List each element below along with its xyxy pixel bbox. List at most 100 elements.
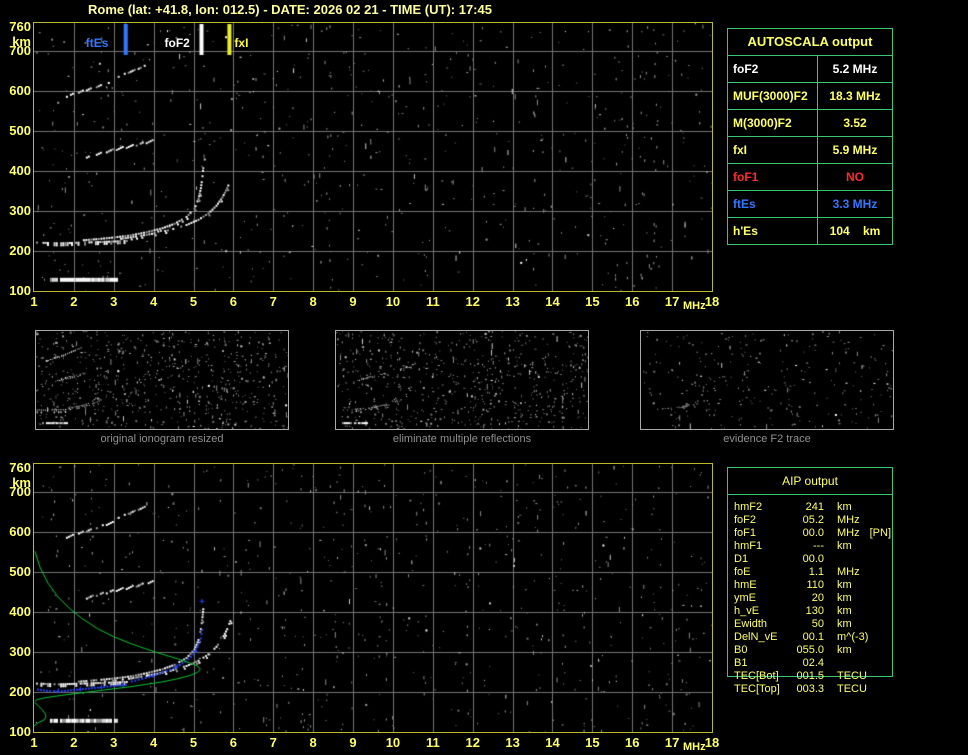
x-axis-tick-5: 5 (189, 735, 198, 750)
autoscala-row-MUF(3000)F2: MUF(3000)F2 18.3 MHz (728, 83, 892, 110)
aip-param-value: 00.0 (802, 527, 824, 539)
aip-param-flag: [PN] (869, 527, 892, 539)
aip-param-label: hmF1 (734, 540, 763, 552)
x-axis-tick-11: 11 (425, 735, 440, 750)
y-axis-tick-760: 760 (9, 460, 31, 475)
x-axis-tick-14: 14 (545, 294, 560, 309)
x-axis-tick-12: 12 (465, 294, 480, 309)
autoscala-table-rows: foF2 5.2 MHz MUF(3000)F2 18.3 MHz M(3000)F2 3… (728, 56, 892, 244)
aip-row-D1: D1 00.0 (734, 553, 964, 566)
y-axis-tick-500: 500 (9, 564, 31, 579)
x-axis-unit: MHz (683, 741, 706, 753)
y-axis-tick-200: 200 (9, 684, 31, 699)
thumbnail-f2-trace (640, 330, 894, 430)
aip-param-value: 05.2 (802, 514, 824, 526)
aip-row-foE: foE 1.1 MHz (734, 566, 964, 579)
autoscala-param-label: foF2 (728, 56, 818, 82)
main-ionogram-canvas (34, 23, 712, 291)
aip-row-hmF1: hmF1 --- km (734, 540, 964, 553)
x-axis-tick-10: 10 (385, 735, 401, 750)
thumbnail-caption-reflections: eliminate multiple reflections (392, 433, 532, 445)
aip-param-value: 055.0 (796, 644, 824, 656)
x-axis-unit: MHz (683, 300, 706, 312)
autoscala-row-ftEs: ftEs 3.3 MHz (728, 191, 892, 218)
autoscala-row-M(3000)F2: M(3000)F2 3.52 (728, 110, 892, 137)
y-axis-tick-200: 200 (9, 243, 31, 258)
aip-param-value: 02.4 (802, 657, 824, 669)
autoscala-param-value: 18.3 MHz (829, 89, 881, 103)
aip-param-value: 241 (805, 501, 824, 513)
thumbnail-caption-f2: evidence F2 trace (723, 433, 811, 445)
x-axis-tick-1: 1 (30, 735, 38, 750)
x-axis-tick-17: 17 (664, 735, 680, 750)
aip-row-DelN_vE: DelN_vE 00.1 m^(-3) (734, 631, 964, 644)
aip-param-unit: MHz (837, 514, 860, 526)
x-axis-tick-17: 17 (664, 294, 680, 309)
aip-param-label: ymE (734, 592, 756, 604)
x-axis-tick-6: 6 (229, 735, 238, 750)
aip-param-label: B1 (734, 657, 748, 669)
aip-row-h_vE: h_vE 130 km (734, 605, 964, 618)
autoscala-param-value: 3.52 (843, 116, 867, 130)
autoscala-row-h'Es: h'Es 104 km (728, 218, 892, 244)
x-axis-tick-13: 13 (505, 735, 520, 750)
aip-param-unit: m^(-3) (837, 631, 869, 643)
aip-param-label: TEC[Top] (734, 683, 780, 695)
x-axis-tick-16: 16 (625, 294, 640, 309)
autoscala-param-value: 3.3 MHz (832, 197, 878, 211)
foF2-marker-label: foF2 (164, 36, 190, 50)
thumbnail-caption-original: original ionogram resized (100, 433, 224, 445)
aip-param-value: --- (813, 540, 824, 552)
aip-param-label: foE (734, 566, 751, 578)
x-axis-tick-6: 6 (229, 294, 238, 309)
aip-param-value: 130 (805, 605, 824, 617)
x-axis-tick-8: 8 (309, 294, 317, 309)
x-axis-tick-11: 11 (425, 294, 440, 309)
autoscala-output-table: AUTOSCALA output foF2 5.2 MHz MUF(3000)F2 1… (727, 28, 893, 245)
autoscala-table-title: AUTOSCALA output (728, 29, 892, 56)
aip-param-label: hmF2 (734, 501, 763, 513)
y-axis-tick-300: 300 (9, 644, 31, 659)
autoscala-param-label: h'Es (728, 218, 818, 244)
x-axis-tick-2: 2 (70, 294, 78, 309)
aip-param-unit: km (837, 579, 852, 591)
aip-param-unit: km (837, 644, 852, 656)
aip-param-label: hmE (734, 579, 757, 591)
y-axis-tick-600: 600 (9, 524, 31, 539)
aip-row-hmF2: hmF2 241 km (734, 501, 964, 514)
aip-param-value: 003.3 (796, 683, 824, 695)
aip-row-B1: B1 02.4 (734, 657, 964, 670)
aip-param-label: foF1 (734, 527, 757, 539)
aip-row-foF1: foF1 00.0 MHz [PN] (734, 527, 964, 540)
x-axis-tick-16: 16 (625, 735, 640, 750)
thumbnail-original-canvas (36, 331, 288, 429)
aip-param-label: TEC[Bot] (734, 670, 779, 682)
aip-param-label: Ewidth (734, 618, 768, 630)
x-axis-tick-10: 10 (385, 294, 401, 309)
aip-output-table: AIP output hmF2 241 km foF2 05.2 MHz foF1 00.0 M… (727, 467, 893, 695)
x-axis-tick-4: 4 (150, 735, 158, 750)
aip-param-unit: MHz (837, 566, 860, 578)
y-axis-tick-500: 500 (9, 123, 31, 138)
x-axis-tick-15: 15 (585, 735, 600, 750)
x-axis-tick-15: 15 (585, 294, 600, 309)
aip-param-value: 00.0 (802, 553, 824, 565)
autoscala-row-foF1: foF1 NO (728, 164, 892, 191)
x-axis-tick-13: 13 (505, 294, 520, 309)
aip-ionogram-canvas (34, 464, 712, 732)
aip-param-label: foF2 (734, 514, 757, 526)
x-axis-tick-8: 8 (309, 735, 317, 750)
aip-param-unit: km (837, 592, 852, 604)
autoscala-param-label: fxI (728, 137, 818, 163)
thumbnail-multiple-reflections-canvas (336, 331, 588, 429)
x-axis-tick-4: 4 (150, 294, 158, 309)
autoscala-param-value: 104 km (829, 224, 881, 238)
aip-param-value: 110 (806, 579, 824, 591)
x-axis-tick-14: 14 (545, 735, 560, 750)
y-axis-tick-700: 700 (9, 484, 31, 499)
thumbnail-original-ionogram (35, 330, 289, 430)
aip-param-label: h_vE (734, 605, 760, 617)
autoscala-param-label: M(3000)F2 (728, 110, 818, 136)
aip-row-TEC[Bot]: TEC[Bot] 001.5 TECU (734, 670, 964, 683)
aip-ionogram-plot (33, 463, 713, 733)
